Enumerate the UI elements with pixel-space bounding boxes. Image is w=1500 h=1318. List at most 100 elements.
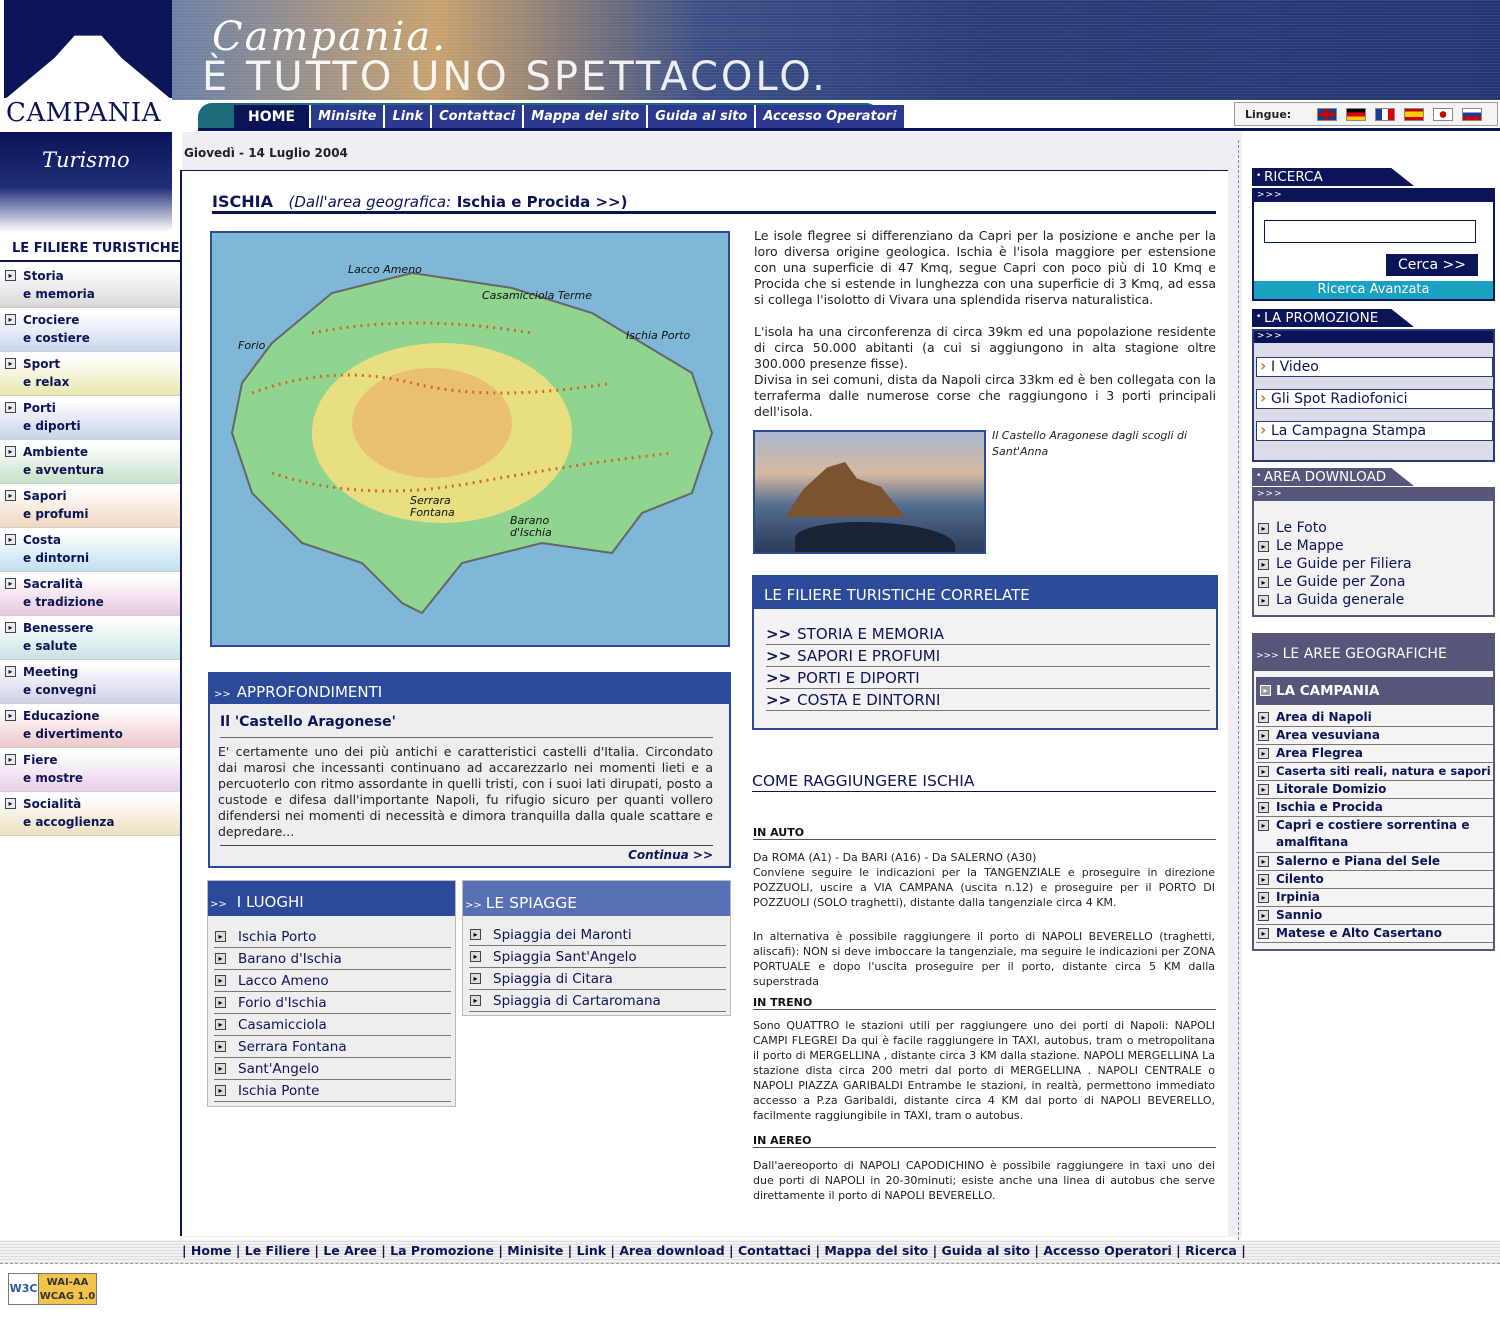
area-link[interactable]: Ischia e Procida >>) — [457, 193, 628, 211]
arrow-icon: ▸ — [1258, 874, 1269, 885]
arrow-icon: ▸ — [5, 314, 16, 325]
banner-line2: È TUTTO UNO SPETTACOLO. — [202, 54, 828, 100]
correlate-item[interactable]: >> COSTA E DINTORNI — [766, 689, 1210, 711]
arrow-icon: ▸ — [5, 578, 16, 589]
aree-geografiche-box: >>> LE AREE GEOGRAFICHE ▸ LA CAMPANIA ▸ Are… — [1252, 633, 1495, 951]
ricerca-avanzata-link[interactable]: Ricerca Avanzata — [1254, 281, 1493, 299]
search-input[interactable] — [1264, 220, 1476, 243]
map-label-forio: Forio — [238, 339, 266, 352]
arrow-icon: ▸ — [5, 666, 16, 677]
in-aereo-text: Dall'aereoporto di NAPOLI CAPODICHINO è … — [753, 1159, 1215, 1202]
luogo-item[interactable]: ▸ Serrara Fontana — [214, 1036, 451, 1058]
area-item[interactable]: ▸ Litorale Domizio — [1256, 781, 1493, 799]
continua-link[interactable]: Continua >> — [628, 848, 713, 862]
nav-educazione[interactable]: ▸ Educazione e divertimento — [0, 704, 182, 748]
nav-socialita[interactable]: ▸ Socialità e accoglienza — [0, 792, 182, 836]
nav-costa[interactable]: ▸ Costa e dintorni — [0, 528, 182, 572]
nav-storia[interactable]: ▸ Storia e memoria — [0, 264, 182, 308]
luogo-item[interactable]: ▸ Casamicciola — [214, 1014, 451, 1036]
download-item[interactable]: ▸ La Guida generale — [1258, 591, 1412, 609]
page: CAMPANIA Campania. È TUTTO UNO SPETTACOL… — [0, 0, 1500, 1318]
nav-fiere[interactable]: ▸ Fiere e mostre — [0, 748, 182, 792]
footer-links[interactable]: | Home | Le Filiere | Le Aree | La Promo… — [182, 1243, 1246, 1258]
ricerca-box: >>> Cerca >> Ricerca Avanzata — [1252, 188, 1495, 301]
nav-sport[interactable]: ▸ Sport e relax — [0, 352, 182, 396]
menu-accesso-operatori[interactable]: Accesso Operatori — [756, 105, 906, 129]
download-item[interactable]: ▸ Le Guide per Filiera — [1258, 555, 1412, 573]
la-campania-link[interactable]: ▸ LA CAMPANIA — [1256, 677, 1495, 705]
area-item[interactable]: ▸ Sannio — [1256, 907, 1493, 925]
nav-benessere[interactable]: ▸ Benessere e salute — [0, 616, 182, 660]
search-button[interactable]: Cerca >> — [1386, 254, 1478, 276]
area-item[interactable]: ▸ Area vesuviana — [1256, 727, 1493, 745]
campania-logo[interactable]: CAMPANIA — [0, 0, 172, 132]
luogo-item[interactable]: ▸ Barano d'Ischia — [214, 948, 451, 970]
filiere-correlate-box: LE FILIERE TURISTICHE CORRELATE >> STORIA… — [752, 575, 1218, 730]
menu-link[interactable]: Link — [385, 105, 433, 129]
luoghi-box: >> I LUOGHI ▸ Ischia Porto ▸ Barano d'Ischi… — [207, 880, 456, 1107]
spiagge-title: >> LE SPIAGGE — [463, 881, 730, 916]
english-flag-icon[interactable] — [1317, 107, 1338, 121]
download-box: >>> ▸ Le Foto ▸ Le Mappe ▸ Le Guide per Fil… — [1252, 487, 1495, 617]
area-item[interactable]: ▸ Capri e costiere sorrentina e amalfitan… — [1256, 817, 1493, 853]
menu-home[interactable]: HOME — [234, 105, 312, 129]
download-item[interactable]: ▸ Le Mappe — [1258, 537, 1412, 555]
arrow-icon: ▸ — [215, 931, 226, 942]
french-flag-icon[interactable] — [1375, 107, 1396, 121]
area-item[interactable]: ▸ Area Flegrea — [1256, 745, 1493, 763]
arrow-icon: ▸ — [5, 358, 16, 369]
german-flag-icon[interactable] — [1346, 107, 1367, 121]
arrow-icon: ▸ — [1258, 523, 1269, 534]
nav-meeting[interactable]: ▸ Meeting e convegni — [0, 660, 182, 704]
area-item[interactable]: ▸ Cilento — [1256, 871, 1493, 889]
menu-contattaci[interactable]: Contattaci — [432, 105, 525, 129]
correlate-item[interactable]: >> PORTI E DIPORTI — [766, 667, 1210, 689]
arrow-icon: ▸ — [1258, 595, 1269, 606]
download-item[interactable]: ▸ Le Foto — [1258, 519, 1412, 537]
w3c-wai-badge[interactable]: W3C WAI-AA WCAG 1.0 — [8, 1273, 97, 1305]
area-item[interactable]: ▸ Caserta siti reali, natura e sapori — [1256, 763, 1493, 781]
luogo-item[interactable]: ▸ Ischia Ponte — [214, 1080, 451, 1102]
arrow-icon: ▸ — [1258, 928, 1269, 939]
nav-porti[interactable]: ▸ Porti e diporti — [0, 396, 182, 440]
spanish-flag-icon[interactable] — [1404, 107, 1425, 121]
left-nav: ▸ Storia e memoria ▸ Crociere e costiere ▸ Sp… — [0, 264, 182, 836]
arrow-icon: ▸ — [5, 490, 16, 501]
luogo-item[interactable]: ▸ Forio d'Ischia — [214, 992, 451, 1014]
spiaggia-item[interactable]: ▸ Spiaggia Sant'Angelo — [469, 946, 726, 968]
spiaggia-item[interactable]: ▸ Spiaggia di Citara — [469, 968, 726, 990]
arrow-icon: ▸ — [1258, 766, 1269, 777]
area-item[interactable]: ▸ Salerno e Piana del Sele — [1256, 853, 1493, 871]
nav-sapori[interactable]: ▸ Sapori e profumi — [0, 484, 182, 528]
promozione-title: LA PROMOZIONE — [1252, 309, 1414, 327]
spiaggia-item[interactable]: ▸ Spiaggia di Cartaromana — [469, 990, 726, 1012]
promo-video[interactable]: I Video — [1256, 357, 1493, 377]
luogo-item[interactable]: ▸ Sant'Angelo — [214, 1058, 451, 1080]
spiaggia-item[interactable]: ▸ Spiaggia dei Maronti — [469, 924, 726, 946]
luogo-item[interactable]: ▸ Lacco Ameno — [214, 970, 451, 992]
menu-minisite[interactable]: Minisite — [311, 105, 386, 129]
promo-stampa[interactable]: La Campagna Stampa — [1256, 421, 1493, 441]
area-item[interactable]: ▸ Matese e Alto Casertano — [1256, 925, 1493, 943]
nav-crociere[interactable]: ▸ Crociere e costiere — [0, 308, 182, 352]
in-auto-heading: IN AUTO — [753, 826, 1216, 840]
menu-guida-al-sito[interactable]: Guida al sito — [648, 105, 757, 129]
menu-mappa-del-sito[interactable]: Mappa del sito — [524, 105, 649, 129]
russian-flag-icon[interactable] — [1462, 107, 1483, 121]
in-auto-text: Conviene seguire le indicazioni per la T… — [753, 866, 1215, 909]
nav-ambiente[interactable]: ▸ Ambiente e avventura — [0, 440, 182, 484]
luogo-item[interactable]: ▸ Ischia Porto — [214, 926, 451, 948]
promo-spot[interactable]: Gli Spot Radiofonici — [1256, 389, 1493, 409]
arrow-icon: ▸ — [5, 710, 16, 721]
japanese-flag-icon[interactable] — [1433, 107, 1454, 121]
nav-sacralita[interactable]: ▸ Sacralità e tradizione — [0, 572, 182, 616]
area-item[interactable]: ▸ Irpinia — [1256, 889, 1493, 907]
w3c-logo: W3C — [9, 1274, 39, 1304]
area-item[interactable]: ▸ Ischia e Procida — [1256, 799, 1493, 817]
arrow-icon: ▸ — [215, 997, 226, 1008]
correlate-item[interactable]: >> SAPORI E PROFUMI — [766, 645, 1210, 667]
download-item[interactable]: ▸ Le Guide per Zona — [1258, 573, 1412, 591]
area-item[interactable]: ▸ Area di Napoli — [1256, 709, 1493, 727]
in-aereo-heading: IN AEREO — [753, 1134, 1216, 1148]
correlate-item[interactable]: >> STORIA E MEMORIA — [766, 623, 1210, 645]
